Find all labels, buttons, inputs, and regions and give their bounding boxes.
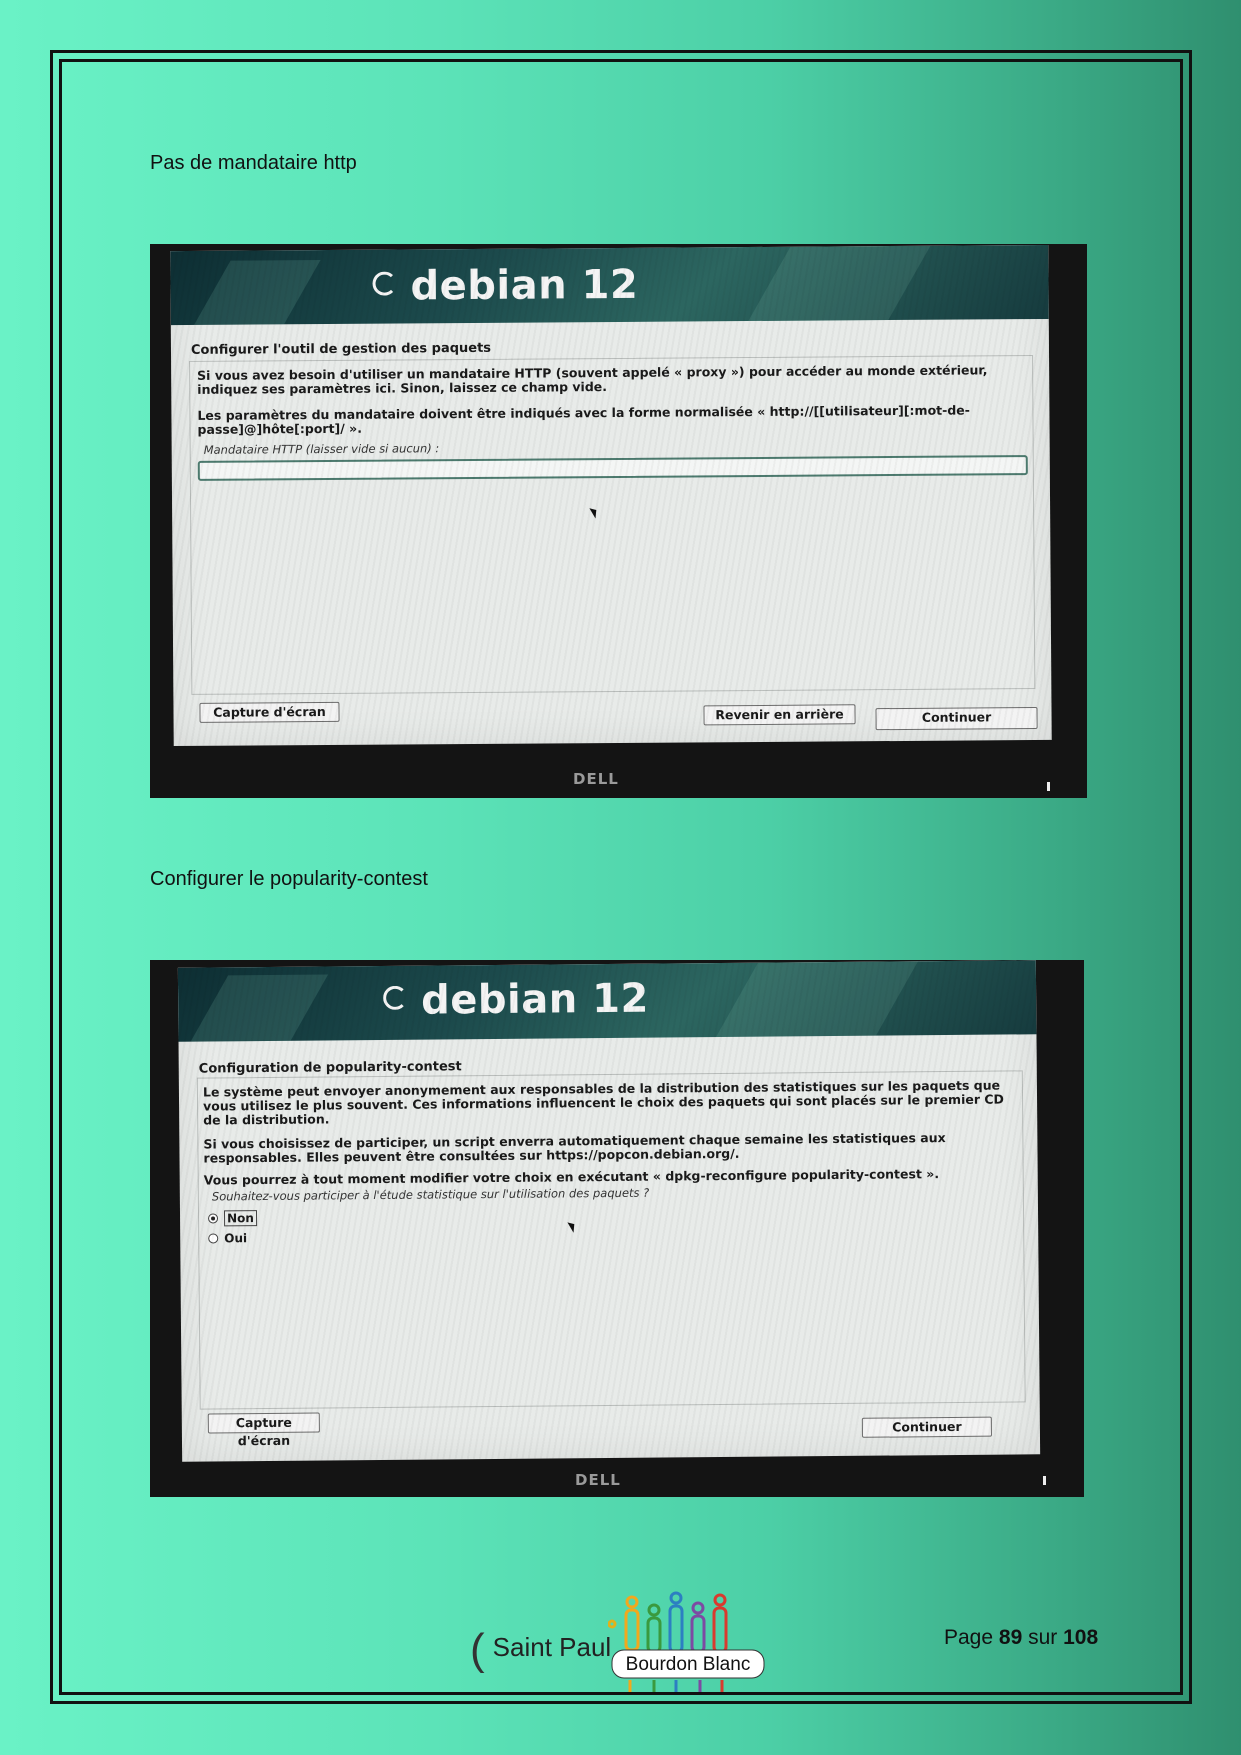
debian-swirl-icon	[383, 985, 408, 1010]
debian-banner: debian 12	[170, 244, 1049, 326]
debian-swirl-icon	[372, 271, 397, 296]
screenshot-button[interactable]: Capture d'écran	[199, 701, 340, 723]
dialog-paragraph-1: Le système peut envoyer anonymement aux …	[202, 1077, 1004, 1128]
option-non[interactable]: Non	[208, 1210, 257, 1227]
section-heading-proxy: Pas de mandataire http	[150, 152, 357, 174]
back-button[interactable]: Revenir en arrière	[703, 704, 856, 726]
continue-button[interactable]: Continuer	[861, 1416, 992, 1438]
monitor-brand-logo: DELL	[573, 770, 619, 788]
monitor-brand-logo: DELL	[575, 1471, 621, 1489]
option-oui[interactable]: Oui	[208, 1231, 247, 1245]
banner-title: debian 12	[372, 262, 638, 310]
power-led	[1047, 782, 1050, 791]
dialog-title: Configurer l'outil de gestion des paquet…	[190, 340, 492, 358]
school-logo-text: Bourdon Blanc	[625, 1654, 751, 1675]
screenshot-photo-popcon: debian 12 Configuration de popularity-co…	[150, 960, 1084, 1497]
proxy-prompt: Mandataire HTTP (laisser vide si aucun) …	[203, 441, 440, 457]
school-name: (Saint Paul	[470, 1625, 612, 1674]
installer-screen: debian 12 Configurer l'outil de gestion …	[170, 244, 1052, 747]
screenshot-photo-proxy: debian 12 Configurer l'outil de gestion …	[150, 244, 1087, 798]
school-logo-figures	[607, 1591, 765, 1692]
radio-unselected-icon	[208, 1233, 219, 1244]
school-logo: Bourdon Blanc	[607, 1590, 768, 1694]
page-number: Page 89 sur 108	[944, 1626, 1099, 1649]
dialog-paragraph-2: Les paramètres du mandataire doivent êtr…	[197, 402, 970, 437]
screenshot-button[interactable]: Capture d'écran	[207, 1412, 320, 1448]
continue-button[interactable]: Continuer	[875, 707, 1038, 731]
dialog-title: Configuration de popularity-contest	[198, 1059, 462, 1077]
installer-screen: debian 12 Configuration de popularity-co…	[177, 960, 1041, 1462]
section-heading-popcon: Configurer le popularity-contest	[150, 868, 428, 890]
debian-banner: debian 12	[177, 960, 1037, 1042]
radio-selected-icon	[208, 1213, 219, 1224]
banner-title: debian 12	[383, 976, 649, 1024]
dialog-paragraph-1: Si vous avez besoin d'utiliser un mandat…	[197, 362, 988, 397]
power-led	[1043, 1476, 1046, 1485]
